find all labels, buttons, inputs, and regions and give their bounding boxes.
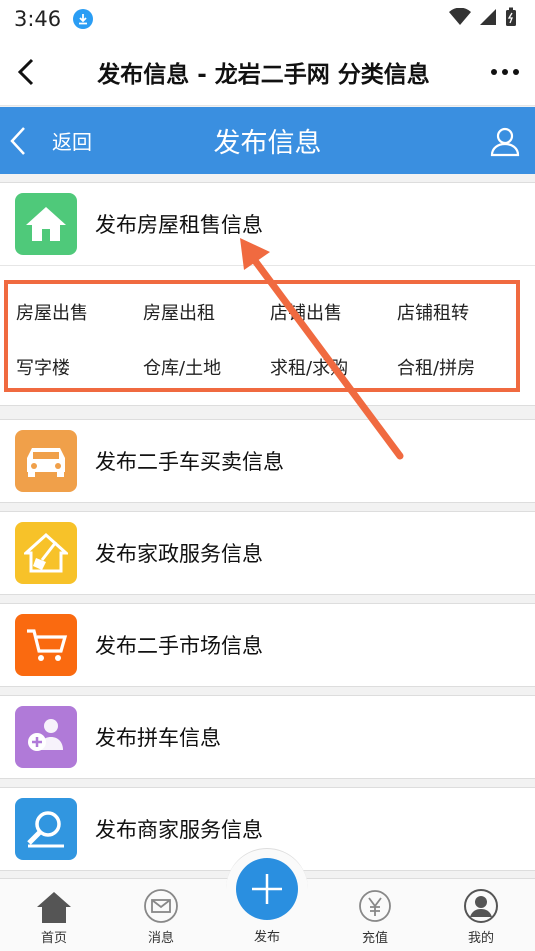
category-car[interactable]: 发布二手车买卖信息 [0,420,535,502]
category-housekeeping[interactable]: 发布家政服务信息 [0,512,535,594]
subcategory-item[interactable]: 写字楼 [16,339,143,394]
signal-icon [479,8,497,30]
status-bar: 3:46 [0,0,535,38]
subcategory-item[interactable]: 合租/拼房 [397,339,524,394]
battery-icon [505,7,517,31]
housekeeping-section: 发布家政服务信息 [0,511,535,595]
subcategory-item[interactable]: 仓库/土地 [143,339,270,394]
yuan-icon [359,890,391,922]
blue-header: 返回 发布信息 [0,107,535,174]
return-label: 返回 [52,130,92,154]
tab-label: 充值 [361,931,388,946]
tab-messages[interactable]: 消息 [121,879,201,951]
category-label: 发布拼车信息 [95,726,221,750]
category-house[interactable]: 发布房屋租售信息 [0,183,535,265]
tab-recharge[interactable]: 充值 [335,879,415,951]
category-label: 发布二手车买卖信息 [95,450,284,474]
page-title: 发布信息 - 龙岩二手网 分类信息 [97,61,430,88]
tab-home[interactable]: 首页 [14,879,94,951]
carpool-icon [15,706,77,768]
carpool-section: 发布拼车信息 [0,695,535,779]
user-icon [490,127,520,156]
home-icon [37,892,71,923]
download-icon [73,9,94,29]
category-market[interactable]: 发布二手市场信息 [0,604,535,686]
category-label: 发布家政服务信息 [95,542,263,566]
back-button[interactable] [0,38,52,106]
chevron-left-icon [10,126,25,155]
market-section: 发布二手市场信息 [0,603,535,687]
profile-icon [464,889,498,923]
subcategory-item[interactable]: 求租/求购 [270,339,397,394]
plus-icon [252,874,282,904]
subcategory-item[interactable]: 房屋出售 [16,284,143,339]
category-carpool[interactable]: 发布拼车信息 [0,696,535,778]
tab-label: 我的 [467,931,494,946]
category-label: 发布二手市场信息 [95,634,263,658]
mail-icon [144,889,178,923]
subcategory-item[interactable]: 店铺租转 [397,284,524,339]
tab-label: 首页 [40,931,67,946]
return-button[interactable]: 返回 [0,107,92,174]
category-label: 发布商家服务信息 [95,818,263,842]
status-time: 3:46 [14,7,62,31]
publish-button[interactable] [236,858,298,920]
tab-mine[interactable]: 我的 [441,879,521,951]
magnifier-icon [15,798,77,860]
more-menu-button[interactable] [475,38,535,106]
cart-icon [15,614,77,676]
category-label: 发布房屋租售信息 [95,213,263,237]
house-icon [15,193,77,255]
chevron-left-icon [17,58,34,85]
user-button[interactable] [475,107,535,174]
broom-house-icon [15,522,77,584]
wifi-icon [449,7,471,30]
car-section: 发布二手车买卖信息 [0,419,535,503]
publish-label: 发布 [253,930,280,945]
subcategory-item[interactable]: 房屋出租 [143,284,270,339]
car-icon [15,430,77,492]
title-bar: 发布信息 - 龙岩二手网 分类信息 [0,38,535,106]
house-subcategory-box: 房屋出售 房屋出租 店铺出售 店铺租转 写字楼 仓库/土地 求租/求购 合租/拼… [4,280,520,392]
subcategory-item[interactable]: 店铺出售 [270,284,397,339]
tab-label: 消息 [147,931,174,946]
